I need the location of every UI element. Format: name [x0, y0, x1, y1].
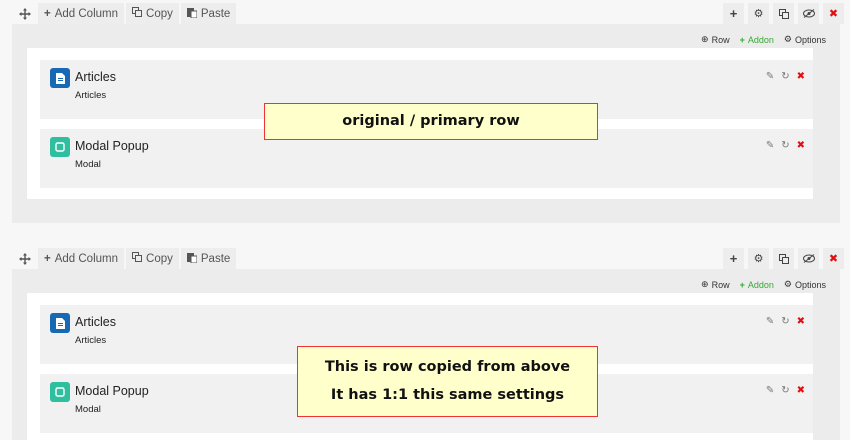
duplicate-icon[interactable]: [773, 3, 794, 24]
paste-icon: [186, 7, 198, 21]
copy-label: Copy: [146, 252, 173, 265]
copy-icon: [132, 252, 143, 265]
copy-button[interactable]: Copy: [126, 3, 179, 24]
add-addon-link[interactable]: + Addon: [740, 34, 774, 45]
delete-icon[interactable]: ✖: [797, 140, 805, 151]
modal-icon: [50, 137, 70, 157]
paste-icon: [186, 252, 198, 266]
addon-title: Articles: [75, 70, 116, 84]
refresh-icon[interactable]: ↻: [781, 385, 789, 396]
plus-circle-icon: ⊕: [701, 34, 709, 44]
primary-row-callout: original / primary row: [264, 103, 598, 140]
gear-icon[interactable]: ⚙: [748, 248, 769, 269]
gear-icon[interactable]: ⚙: [748, 3, 769, 24]
move-handle-icon[interactable]: [14, 248, 36, 269]
row-toolbar: + Add Column Copy Paste + ⚙ ✖: [0, 248, 850, 270]
row-sub-actions: ⊕ Row + Addon ⚙ Options: [701, 34, 826, 45]
addon-link-label: Addon: [747, 34, 774, 45]
add-row-link[interactable]: ⊕ Row: [701, 34, 730, 45]
edit-pencil-icon[interactable]: ✎: [766, 385, 774, 396]
edit-pencil-icon[interactable]: ✎: [766, 71, 774, 82]
modal-icon: [50, 382, 70, 402]
eye-slash-icon[interactable]: [798, 3, 819, 24]
refresh-icon[interactable]: ↻: [781, 316, 789, 327]
delete-row-icon[interactable]: ✖: [823, 3, 844, 24]
gear-icon: ⚙: [783, 34, 792, 44]
add-row-plus-icon[interactable]: +: [723, 3, 744, 24]
add-row-plus-icon[interactable]: +: [723, 248, 744, 269]
plus-icon: +: [739, 279, 745, 290]
callout-text-line2: It has 1:1 this same settings: [330, 387, 565, 403]
copy-label: Copy: [146, 7, 173, 20]
article-icon: [50, 313, 70, 333]
addon-subtitle: Modal: [75, 159, 101, 170]
duplicate-icon[interactable]: [773, 248, 794, 269]
plus-icon: +: [44, 7, 51, 20]
add-addon-link[interactable]: + Addon: [740, 279, 774, 290]
options-link-label: Options: [794, 34, 826, 45]
gear-icon: ⚙: [783, 279, 792, 289]
callout-text: original / primary row: [342, 113, 520, 129]
paste-button[interactable]: Paste: [180, 248, 237, 269]
addon-subtitle: Modal: [75, 404, 101, 415]
copied-row-callout: This is row copied from above It has 1:1…: [297, 346, 598, 417]
paste-label: Paste: [200, 7, 231, 20]
addon-title: Articles: [75, 315, 116, 329]
row-sub-actions: ⊕ Row + Addon ⚙ Options: [701, 279, 826, 290]
addon-link-label: Addon: [747, 279, 774, 290]
add-column-button[interactable]: + Add Column: [38, 248, 125, 269]
add-column-button[interactable]: + Add Column: [38, 3, 125, 24]
options-link[interactable]: ⚙ Options: [784, 34, 826, 45]
row-link-label: Row: [711, 34, 730, 45]
add-column-label: Add Column: [54, 252, 119, 265]
add-row-link[interactable]: ⊕ Row: [701, 279, 730, 290]
paste-button[interactable]: Paste: [180, 3, 237, 24]
copy-icon: [132, 7, 143, 20]
eye-slash-icon[interactable]: [798, 248, 819, 269]
row-link-label: Row: [711, 279, 730, 290]
paste-label: Paste: [200, 252, 231, 265]
options-link[interactable]: ⚙ Options: [784, 279, 826, 290]
move-handle-icon[interactable]: [14, 3, 36, 24]
addon-title: Modal Popup: [75, 139, 149, 153]
copy-button[interactable]: Copy: [126, 248, 179, 269]
delete-icon[interactable]: ✖: [797, 385, 805, 396]
plus-circle-icon: ⊕: [701, 279, 709, 289]
delete-row-icon[interactable]: ✖: [823, 248, 844, 269]
delete-icon[interactable]: ✖: [797, 316, 805, 327]
addon-title: Modal Popup: [75, 384, 149, 398]
add-column-label: Add Column: [54, 7, 119, 20]
plus-icon: +: [44, 252, 51, 265]
edit-pencil-icon[interactable]: ✎: [766, 140, 774, 151]
addon-subtitle: Articles: [75, 335, 107, 346]
refresh-icon[interactable]: ↻: [781, 140, 789, 151]
options-link-label: Options: [794, 279, 826, 290]
row-toolbar: + Add Column Copy Paste + ⚙ ✖: [0, 3, 850, 25]
addon-subtitle: Articles: [75, 90, 107, 101]
callout-text-line1: This is row copied from above: [324, 359, 571, 375]
article-icon: [50, 68, 70, 88]
refresh-icon[interactable]: ↻: [781, 71, 789, 82]
edit-pencil-icon[interactable]: ✎: [766, 316, 774, 327]
plus-icon: +: [739, 34, 745, 45]
delete-icon[interactable]: ✖: [797, 71, 805, 82]
